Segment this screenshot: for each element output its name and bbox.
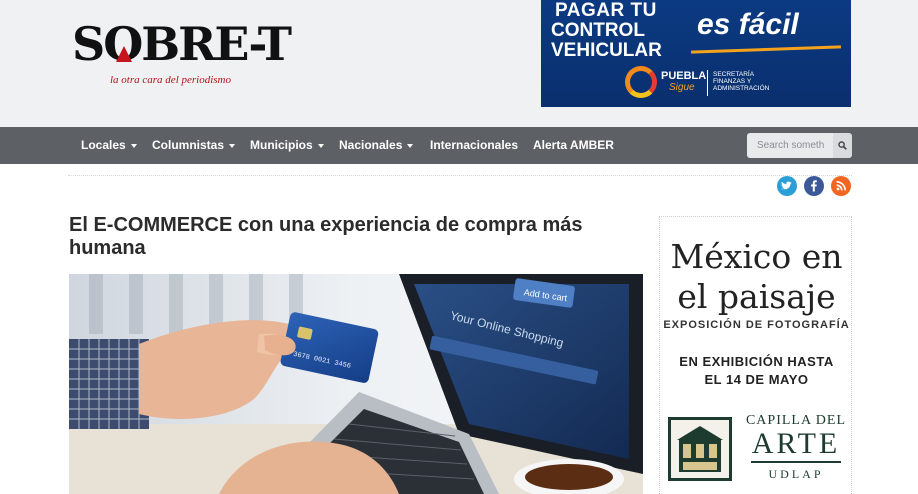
article-hero-image[interactable]: Add to cart Your Online Shopping 3678 00… bbox=[69, 274, 643, 494]
rss-button[interactable] bbox=[831, 176, 851, 196]
site-logo[interactable]: SOBRE-T la otra cara del periodismo bbox=[72, 16, 292, 88]
nav-item-label: Municipios bbox=[250, 138, 313, 152]
logo-cursor-mark bbox=[116, 46, 132, 62]
ad-secretaria-2: FINANZAS Y bbox=[713, 78, 752, 85]
logo-tagline: la otra cara del periodismo bbox=[110, 74, 231, 86]
search-button[interactable] bbox=[833, 133, 852, 158]
nav-item-municipios[interactable]: Municipios bbox=[250, 127, 324, 164]
ad-secretaria: SECRETARÍA FINANZAS Y ADMINISTRACIÓN bbox=[713, 71, 769, 92]
search-input[interactable] bbox=[747, 133, 833, 158]
search-field bbox=[747, 133, 833, 158]
side-ad-venue-2: ARTE bbox=[751, 427, 841, 460]
ad-line-2: CONTROL bbox=[551, 20, 645, 41]
ad-secretaria-3: ADMINISTRACIÓN bbox=[713, 85, 770, 92]
side-ad-exhibit-1: EN EXHIBICIÓN HASTA bbox=[679, 354, 834, 369]
caret-down-icon bbox=[130, 143, 137, 148]
nav-item-label: Locales bbox=[81, 138, 126, 152]
ad-secretaria-1: SECRETARÍA bbox=[713, 71, 755, 78]
side-ad-venue-rule bbox=[751, 461, 841, 463]
side-ad-dates: EN EXHIBICIÓN HASTA EL 14 DE MAYO bbox=[660, 353, 853, 389]
search-icon bbox=[838, 141, 847, 150]
caret-down-icon bbox=[407, 143, 414, 148]
top-banner-ad[interactable]: PAGAR TU CONTROL VEHICULAR es fácil PUEB… bbox=[541, 0, 851, 107]
capilla-building-icon bbox=[668, 417, 732, 481]
nav-item-locales[interactable]: Locales bbox=[81, 127, 137, 164]
main-nav: Locales Columnistas Municipios Nacionale… bbox=[0, 127, 918, 164]
facebook-icon bbox=[811, 180, 817, 192]
caret-down-icon bbox=[229, 143, 236, 148]
facebook-button[interactable] bbox=[804, 176, 824, 196]
nav-item-label: Alerta AMBER bbox=[533, 138, 614, 152]
sidebar-ad[interactable]: México en el paisaje EXPOSICIÓN DE FOTOG… bbox=[659, 216, 852, 494]
ad-brand: PUEBLA bbox=[661, 70, 707, 82]
logo-wordmark: SOBRE-T bbox=[72, 17, 292, 71]
nav-item-nacionales[interactable]: Nacionales bbox=[339, 127, 414, 164]
nav-item-label: Columnistas bbox=[152, 138, 225, 152]
side-ad-heading-1: México en bbox=[670, 237, 843, 276]
article-title[interactable]: El E-COMMERCE con una experiencia de com… bbox=[69, 214, 629, 260]
twitter-icon bbox=[781, 181, 792, 190]
nav-item-label: Nacionales bbox=[339, 138, 403, 152]
ad-line-3: VEHICULAR bbox=[551, 40, 662, 61]
side-ad-heading: México en el paisaje bbox=[660, 237, 853, 317]
ad-divider bbox=[707, 70, 708, 96]
side-ad-exhibit-2: EL 14 DE MAYO bbox=[704, 372, 809, 387]
caret-down-icon bbox=[317, 143, 324, 148]
side-ad-subheading: EXPOSICIÓN DE FOTOGRAFÍA bbox=[663, 319, 850, 331]
side-ad-heading-2: el paisaje bbox=[677, 277, 836, 316]
nav-item-alerta-amber[interactable]: Alerta AMBER bbox=[533, 127, 614, 164]
side-ad-venue-3: UDLAP bbox=[768, 467, 824, 481]
twitter-button[interactable] bbox=[777, 176, 797, 196]
laptop-shopping-illustration: Add to cart Your Online Shopping 3678 00… bbox=[69, 274, 643, 494]
ad-headline: es fácil bbox=[697, 8, 799, 41]
nav-item-label: Internacionales bbox=[430, 138, 519, 152]
ad-brand-sub: Sigue bbox=[669, 82, 695, 93]
ad-line-1: PAGAR TU bbox=[555, 0, 657, 21]
side-ad-venue: CAPILLA DEL ARTE UDLAP bbox=[742, 413, 850, 482]
nav-item-internacionales[interactable]: Internacionales bbox=[430, 127, 518, 164]
divider bbox=[68, 175, 852, 176]
nav-item-columnistas[interactable]: Columnistas bbox=[152, 127, 236, 164]
rss-icon bbox=[836, 181, 846, 191]
ad-underline bbox=[690, 45, 842, 54]
puebla-logo-icon bbox=[625, 66, 657, 98]
site-header: SOBRE-T la otra cara del periodismo PAGA… bbox=[0, 0, 918, 127]
